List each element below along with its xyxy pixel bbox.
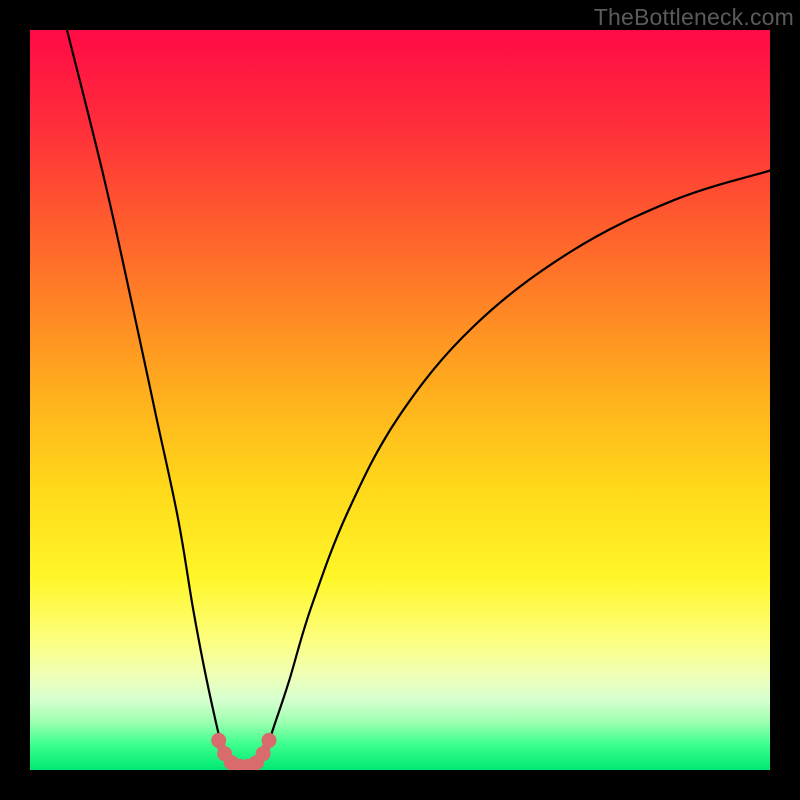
watermark-label: TheBottleneck.com bbox=[594, 4, 794, 31]
plot-area bbox=[30, 30, 770, 770]
valley-marker-dot bbox=[211, 733, 226, 748]
curve-layer bbox=[30, 30, 770, 770]
curve-right-branch bbox=[259, 171, 770, 763]
valley-marker-dot bbox=[262, 733, 277, 748]
curve-left-branch bbox=[67, 30, 230, 763]
valley-marker-dot bbox=[256, 746, 271, 761]
chart-frame: TheBottleneck.com bbox=[0, 0, 800, 800]
valley-marker-group bbox=[211, 733, 276, 770]
